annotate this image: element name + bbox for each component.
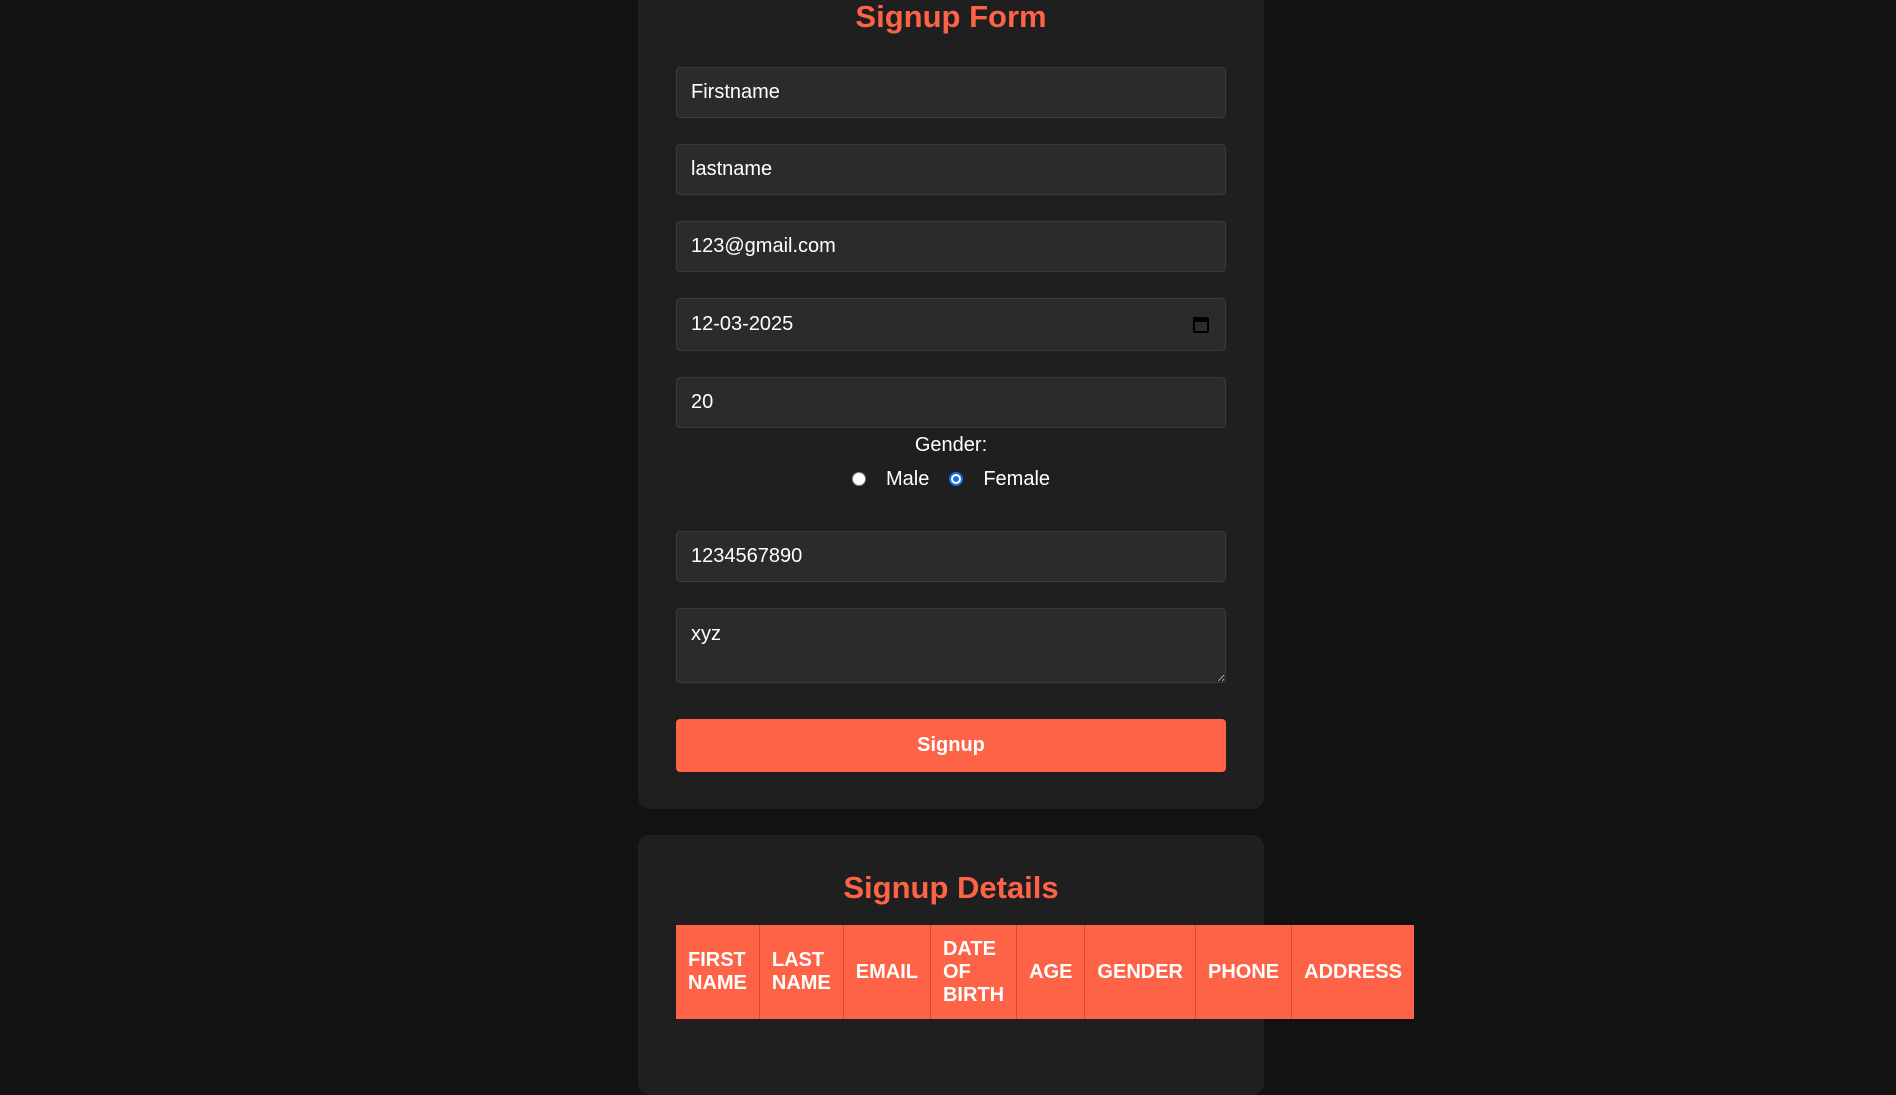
phone-input[interactable] bbox=[676, 531, 1226, 582]
gender-radio-female[interactable] bbox=[949, 472, 964, 486]
gender-option-label: Female bbox=[983, 467, 1051, 490]
column-header-first-name: FIRST NAME bbox=[676, 925, 760, 1019]
column-header-email: EMAIL bbox=[843, 925, 931, 1019]
calendar-icon[interactable] bbox=[1193, 316, 1209, 333]
column-header-date-of-birth: DATE OF BIRTH bbox=[930, 925, 1018, 1019]
gender-option-label: Male bbox=[885, 467, 930, 490]
dob-input[interactable]: 12-03-2025 bbox=[676, 298, 1226, 351]
address-textarea[interactable]: xyz bbox=[676, 608, 1226, 683]
signup-form-title: Signup Form bbox=[855, 0, 1047, 34]
signup-button[interactable]: Signup bbox=[676, 719, 1226, 772]
signup-form-card: Signup Form 12-03-2025 Gender: Male Fema… bbox=[638, 0, 1264, 809]
column-header-gender: GENDER bbox=[1084, 925, 1196, 1019]
signup-details-title: Signup Details bbox=[843, 870, 1059, 905]
column-header-phone: PHONE bbox=[1195, 925, 1293, 1019]
gender-options: Male Female bbox=[638, 464, 1264, 494]
column-header-address: ADDRESS bbox=[1291, 925, 1414, 1019]
column-header-age: AGE bbox=[1016, 925, 1086, 1019]
column-header-last-name: LAST NAME bbox=[759, 925, 844, 1019]
gender-label: Gender: bbox=[914, 434, 988, 456]
age-input[interactable] bbox=[676, 377, 1226, 428]
gender-radio-male[interactable] bbox=[851, 472, 866, 486]
signup-details-table: FIRST NAME LAST NAME EMAIL DATE OF BIRTH… bbox=[676, 925, 1414, 1019]
lastname-input[interactable] bbox=[676, 144, 1226, 195]
table-header-row: FIRST NAME LAST NAME EMAIL DATE OF BIRTH… bbox=[676, 925, 1414, 1019]
dob-value: 12-03-2025 bbox=[691, 313, 794, 335]
email-input[interactable] bbox=[676, 221, 1226, 272]
signup-details-card: Signup Details FIRST NAME LAST NAME EMAI… bbox=[638, 835, 1414, 1095]
firstname-input[interactable] bbox=[676, 67, 1226, 118]
